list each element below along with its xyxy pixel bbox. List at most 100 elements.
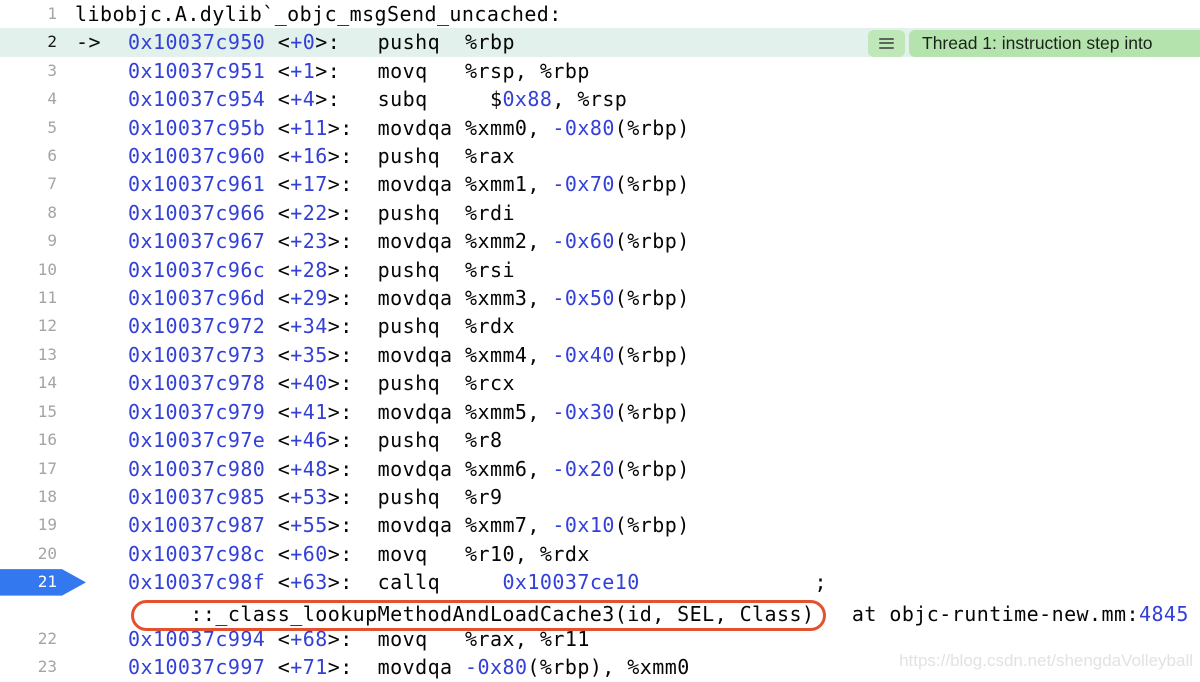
line-number[interactable]: 12 xyxy=(0,312,57,340)
code-literal: 0x10037c98c xyxy=(128,541,266,566)
code-literal: 0x10037c97e xyxy=(128,428,266,453)
code-segment: < xyxy=(265,655,291,680)
code-segment: < xyxy=(265,484,291,509)
code-text: ::_class_lookupMethodAndLoadCache3(id, S… xyxy=(128,600,1189,628)
line-number[interactable]: 3 xyxy=(0,57,57,85)
code-segment: >: movdqa %xmm5, xyxy=(327,399,553,424)
code-segment: >: movdqa %xmm2, xyxy=(327,229,553,254)
line-number[interactable]: 4 xyxy=(0,85,57,113)
code-segment: < xyxy=(265,30,291,55)
line-number[interactable]: 18 xyxy=(0,483,57,511)
code-segment: >: pushq %rbp xyxy=(315,30,515,55)
line-number[interactable]: 10 xyxy=(0,256,57,284)
code-segment: < xyxy=(265,371,291,396)
line-number[interactable]: 13 xyxy=(0,341,57,369)
line-number[interactable]: 17 xyxy=(0,455,57,483)
code-segment: < xyxy=(265,58,291,83)
code-text: 0x10037c980 <+48>: movdqa %xmm6, -0x20(%… xyxy=(128,455,690,483)
debugger-annotation-badge[interactable]: Thread 1: instruction step into xyxy=(909,29,1200,57)
code-segment: < xyxy=(265,172,291,197)
disassembly-line: 9 0x10037c967 <+23>: movdqa %xmm2, -0x60(… xyxy=(0,227,1200,255)
code-literal: 0x10037c951 xyxy=(128,58,266,83)
line-number[interactable]: 14 xyxy=(0,369,57,397)
line-number[interactable]: 9 xyxy=(0,227,57,255)
code-literal: +35 xyxy=(290,342,328,367)
code-literal: 0x10037c98f xyxy=(128,570,266,595)
code-segment: < xyxy=(265,314,291,339)
code-literal: +71 xyxy=(290,655,328,680)
code-literal: 0x10037c96c xyxy=(128,257,266,282)
line-number[interactable]: 19 xyxy=(0,511,57,539)
breakpoint-marker[interactable]: 21 xyxy=(0,569,86,596)
line-number[interactable]: 8 xyxy=(0,199,57,227)
code-segment: (%rbp) xyxy=(614,513,690,538)
line-number[interactable]: 5 xyxy=(0,114,57,142)
code-text: 0x10037c97e <+46>: pushq %r8 xyxy=(128,426,502,454)
disassembly-line: 6 0x10037c960 <+16>: pushq %rax xyxy=(0,142,1200,170)
debugger-badge-menu-button[interactable] xyxy=(868,29,905,57)
code-segment: < xyxy=(265,229,291,254)
disassembly-line: 18 0x10037c985 <+53>: pushq %r9 xyxy=(0,483,1200,511)
code-literal: -0x80 xyxy=(465,655,528,680)
line-number[interactable]: 16 xyxy=(0,426,57,454)
disassembly-line: 22 0x10037c994 <+68>: movq %rax, %r11 xyxy=(0,625,1200,653)
disassembly-line: 19 0x10037c987 <+55>: movdqa %xmm7, -0x10… xyxy=(0,511,1200,539)
code-literal: 0x10037c973 xyxy=(128,342,266,367)
code-literal: 0x10037c980 xyxy=(128,456,266,481)
line-number[interactable]: 15 xyxy=(0,398,57,426)
line-number[interactable]: 6 xyxy=(0,142,57,170)
code-segment: < xyxy=(265,399,291,424)
disassembly-code-area: 1 libobjc.A.dylib`_objc_msgSend_uncached:… xyxy=(0,0,1200,682)
disassembly-line: 4 0x10037c954 <+4>: subq $0x88, %rsp xyxy=(0,85,1200,113)
code-literal: +55 xyxy=(290,513,328,538)
code-literal: 0x10037c972 xyxy=(128,314,266,339)
code-text: 0x10037c950 <+0>: pushq %rbp xyxy=(128,28,515,56)
line-number[interactable]: 11 xyxy=(0,284,57,312)
code-segment: < xyxy=(265,456,291,481)
code-segment: >: callq xyxy=(327,570,503,595)
code-segment: (%rbp) xyxy=(614,172,690,197)
code-literal: 0x10037c95b xyxy=(128,115,266,140)
code-text: 0x10037c994 <+68>: movq %rax, %r11 xyxy=(128,625,590,653)
code-literal: -0x80 xyxy=(552,115,615,140)
code-literal: +17 xyxy=(290,172,328,197)
code-text: 0x10037c954 <+4>: subq $0x88, %rsp xyxy=(128,85,627,113)
code-segment: < xyxy=(265,257,291,282)
line-number[interactable]: 22 xyxy=(0,625,57,653)
code-literal: +0 xyxy=(290,30,316,55)
code-segment: < xyxy=(265,541,291,566)
line-number[interactable]: 7 xyxy=(0,170,57,198)
line-number[interactable]: 2 xyxy=(0,28,57,56)
code-text: 0x10037c997 <+71>: movdqa -0x80(%rbp), %… xyxy=(128,653,690,681)
code-text: libobjc.A.dylib`_objc_msgSend_uncached: xyxy=(75,0,562,28)
disassembly-line: 16 0x10037c97e <+46>: pushq %r8 xyxy=(0,426,1200,454)
code-literal: +4 xyxy=(290,87,316,112)
code-segment: , %rsp xyxy=(552,87,628,112)
code-literal: 0x10037c985 xyxy=(128,484,266,509)
line-number[interactable]: 1 xyxy=(0,0,57,28)
code-segment: < xyxy=(265,115,291,140)
code-segment: (%rbp) xyxy=(614,456,690,481)
instruction-pointer-arrow: -> xyxy=(76,30,101,55)
code-segment: < xyxy=(265,428,291,453)
code-text: 0x10037c978 <+40>: pushq %rcx xyxy=(128,369,515,397)
watermark: https://blog.csdn.net/shengdaVolleyball xyxy=(899,651,1193,670)
code-segment: (%rbp) xyxy=(614,286,690,311)
code-segment: < xyxy=(265,626,291,651)
code-segment: (%rbp) xyxy=(614,399,690,424)
code-segment: >: pushq %rsi xyxy=(327,257,515,282)
code-literal: +34 xyxy=(290,314,328,339)
code-segment: >: movdqa %xmm0, xyxy=(327,115,553,140)
disassembly-line: 5 0x10037c95b <+11>: movdqa %xmm0, -0x80(… xyxy=(0,114,1200,142)
line-number[interactable]: 23 xyxy=(0,653,57,681)
code-literal: 0x10037ce10 xyxy=(502,570,640,595)
code-literal: +41 xyxy=(290,399,328,424)
line-number[interactable]: 20 xyxy=(0,540,57,568)
code-literal: 4845 xyxy=(1138,601,1189,626)
code-literal: +48 xyxy=(290,456,328,481)
disassembly-line: 17 0x10037c980 <+48>: movdqa %xmm6, -0x20… xyxy=(0,455,1200,483)
code-text: 0x10037c96d <+29>: movdqa %xmm3, -0x50(%… xyxy=(128,284,690,312)
code-literal: +1 xyxy=(290,58,316,83)
code-text: 0x10037c98f <+63>: callq 0x10037ce10 ; xyxy=(128,568,827,596)
code-text: 0x10037c966 <+22>: pushq %rdi xyxy=(128,199,515,227)
